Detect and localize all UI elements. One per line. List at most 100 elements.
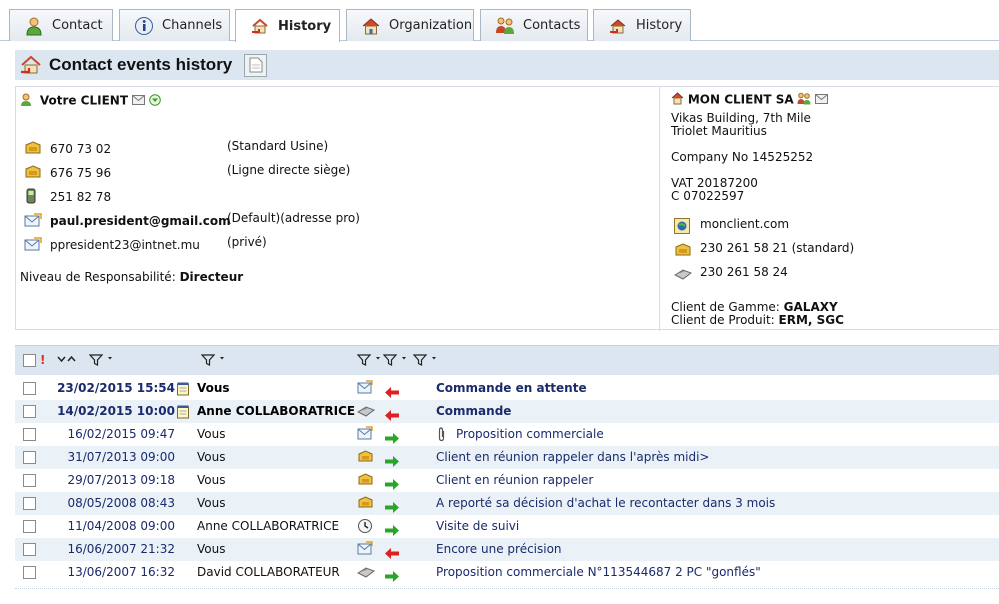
table-row[interactable]: 23/02/2015 15:54 Vous Commande en attent… — [15, 377, 999, 400]
events-table-header: ! — [15, 345, 999, 375]
event-author: Vous — [197, 473, 226, 487]
event-date[interactable]: 11/04/2008 09:00 — [15, 515, 175, 538]
tab-contact[interactable]: Contact — [9, 9, 113, 41]
gamme-value: GALAXY — [783, 300, 838, 314]
org-address-2: Triolet Mauritius — [671, 124, 767, 138]
tab-organization[interactable]: Organization — [346, 9, 474, 41]
event-author: Anne COLLABORATRICE — [197, 519, 340, 533]
event-author: Vous — [197, 542, 226, 556]
event-author: Vous — [197, 427, 226, 441]
website-icon — [674, 218, 690, 237]
responsibility-line: Niveau de Responsabilité: Directeur — [20, 270, 243, 284]
house-icon — [671, 92, 684, 108]
org-phone[interactable]: 230 261 58 21 (standard) — [700, 241, 854, 255]
table-row[interactable]: 13/06/2007 16:32 David COLLABORATEUR Pro… — [15, 561, 999, 584]
produit-label: Client de Produit: — [671, 313, 775, 327]
phone-icon — [674, 242, 692, 261]
event-subject[interactable]: Commande — [436, 400, 511, 423]
org-fax[interactable]: 230 261 58 24 — [700, 265, 788, 279]
email-icon — [24, 213, 42, 231]
mobile-value[interactable]: 251 82 78 — [50, 190, 111, 204]
event-date[interactable]: 13/06/2007 16:32 — [15, 561, 175, 584]
phone-value[interactable]: 670 73 02 — [50, 142, 111, 156]
print-button[interactable] — [244, 53, 268, 77]
event-subject[interactable]: Proposition commerciale N°113544687 2 PC… — [436, 561, 761, 584]
filter-direction-icon[interactable] — [382, 353, 409, 370]
people-icon[interactable] — [797, 92, 811, 108]
event-date[interactable]: 14/02/2015 10:00 — [15, 400, 175, 423]
table-row[interactable]: 11/04/2008 09:00 Anne COLLABORATRICE Vis… — [15, 515, 999, 538]
event-subject[interactable]: A reporté sa décision d'achat le reconta… — [436, 492, 775, 515]
responsibility-value: Directeur — [179, 270, 244, 284]
org-gamme-line: Client de Gamme: GALAXY — [671, 300, 838, 314]
house-history-icon — [608, 16, 628, 36]
phone-value[interactable]: 676 75 96 — [50, 166, 111, 180]
phone-icon — [24, 164, 42, 183]
event-author: David COLLABORATEUR — [197, 565, 340, 579]
table-row[interactable]: 31/07/2013 09:00 Vous Client en réunion … — [15, 446, 999, 469]
select-all-checkbox[interactable] — [23, 354, 36, 367]
filter-subject-icon[interactable] — [412, 353, 439, 370]
info-panel: Votre CLIENT 670 73 02 (Standard Usine) … — [15, 86, 999, 331]
sort-toggle-icon[interactable] — [56, 352, 78, 369]
table-row[interactable]: 29/07/2013 09:18 Vous Client en réunion … — [15, 469, 999, 492]
tab-history[interactable]: History — [235, 9, 340, 42]
event-author: Vous — [197, 496, 226, 510]
email-icon[interactable] — [815, 93, 829, 107]
priority-icon[interactable]: ! — [40, 353, 45, 367]
org-vat: VAT 20187200 — [671, 176, 758, 190]
email-note: (privé) — [227, 235, 267, 249]
phone-note: (Standard Usine) — [227, 139, 329, 153]
tab-contacts[interactable]: Contacts — [480, 9, 588, 41]
contact-name-line: Votre CLIENT — [20, 93, 161, 109]
email-icon — [24, 237, 42, 255]
tab-channels[interactable]: Channels — [119, 9, 230, 41]
person-icon — [20, 93, 36, 109]
org-address-1: Vikas Building, 7th Mile — [671, 111, 811, 125]
event-date[interactable]: 16/02/2015 09:47 — [15, 423, 175, 446]
org-website[interactable]: monclient.com — [700, 217, 789, 231]
table-row[interactable]: 16/02/2015 09:47 Vous Proposition commer… — [15, 423, 999, 446]
page-header: Contact events history — [15, 50, 999, 80]
table-row[interactable]: 16/06/2007 21:32 Vous Encore une précisi… — [15, 538, 999, 561]
email-note: (Default)(adresse pro) — [227, 211, 360, 225]
org-name-line: MON CLIENT SA — [671, 92, 829, 108]
fax-icon — [356, 564, 376, 587]
event-date[interactable]: 31/07/2013 09:00 — [15, 446, 175, 469]
org-company-no: Company No 14525252 — [671, 150, 814, 164]
outgoing-arrow-icon — [385, 567, 399, 590]
event-date[interactable]: 08/05/2008 08:43 — [15, 492, 175, 515]
gamme-label: Client de Gamme: — [671, 300, 780, 314]
email-icon[interactable] — [131, 94, 145, 108]
produit-value: ERM, SGC — [778, 313, 844, 327]
table-row[interactable]: 08/05/2008 08:43 Vous A reporté sa décis… — [15, 492, 999, 515]
email-value[interactable]: paul.president@gmail.com — [50, 214, 231, 228]
people-icon — [495, 16, 515, 36]
table-row[interactable]: 14/02/2015 10:00 Anne COLLABORATRICE Com… — [15, 400, 999, 423]
event-author: Vous — [197, 381, 230, 395]
filter-who-icon[interactable] — [200, 353, 227, 370]
org-c-code: C 07022597 — [671, 189, 745, 203]
event-author: Vous — [197, 450, 226, 464]
event-date[interactable]: 16/06/2007 21:32 — [15, 538, 175, 561]
event-subject[interactable]: Visite de suivi — [436, 515, 519, 538]
email-value[interactable]: ppresident23@intnet.mu — [50, 238, 200, 252]
event-subject[interactable]: Commande en attente — [436, 377, 587, 400]
person-icon — [24, 16, 44, 36]
fax-icon — [673, 267, 693, 284]
expand-down-icon[interactable] — [148, 93, 161, 109]
event-subject[interactable]: Client en réunion rappeler dans l'après … — [436, 446, 709, 469]
org-produit-line: Client de Produit: ERM, SGC — [671, 313, 844, 327]
event-subject[interactable]: Encore une précision — [436, 538, 562, 561]
mobile-phone-icon — [26, 188, 36, 207]
event-subject[interactable]: Client en réunion rappeler — [436, 469, 593, 492]
event-subject[interactable]: Proposition commerciale — [456, 423, 604, 446]
tab-bar: Contact Channels History Organization Co… — [0, 0, 999, 42]
contact-name: Votre CLIENT — [39, 93, 129, 108]
event-date[interactable]: 23/02/2015 15:54 — [15, 377, 175, 400]
event-date[interactable]: 29/07/2013 09:18 — [15, 469, 175, 492]
filter-date-icon[interactable] — [88, 353, 115, 370]
org-name[interactable]: MON CLIENT SA — [688, 93, 794, 107]
filter-channel-icon[interactable] — [356, 353, 383, 370]
tab-organization-history[interactable]: History — [593, 9, 691, 41]
